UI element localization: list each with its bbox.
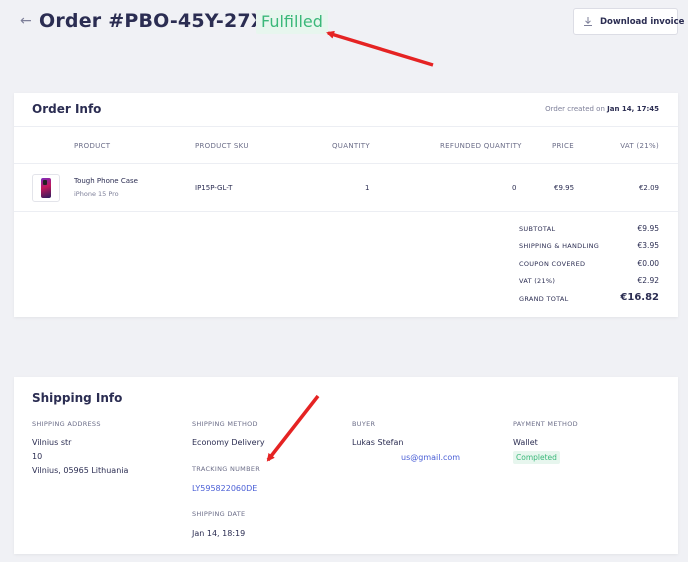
- shipping-info-title: Shipping Info: [32, 391, 123, 405]
- product-refunded: 0: [512, 184, 517, 192]
- address-line-1: Vilnius str: [32, 438, 72, 447]
- coupon-covered-value: €0.00: [637, 259, 659, 268]
- payment-method-value: Wallet: [513, 438, 538, 447]
- download-invoice-label: Download invoice: [600, 16, 685, 27]
- arrow-left-icon[interactable]: ←: [20, 13, 32, 29]
- payment-method-label: PAYMENT METHOD: [513, 420, 578, 428]
- order-info-title: Order Info: [32, 102, 102, 116]
- order-created: Order created on Jan 14, 17:45: [545, 105, 659, 113]
- shipping-handling-value: €3.95: [637, 241, 659, 250]
- order-created-label: Order created on: [545, 105, 605, 113]
- subtotal-value: €9.95: [637, 224, 659, 233]
- product-vat: €2.09: [638, 184, 659, 192]
- column-header-product: PRODUCT: [74, 142, 111, 150]
- shipping-date-label: SHIPPING DATE: [192, 510, 246, 518]
- product-name: Tough Phone Case: [74, 177, 138, 185]
- address-line-2: 10: [32, 452, 43, 461]
- order-created-value: Jan 14, 17:45: [607, 105, 659, 113]
- grand-total-value: €16.82: [620, 292, 659, 303]
- product-thumbnail: [32, 174, 60, 202]
- shipping-date-value: Jan 14, 18:19: [192, 529, 246, 538]
- buyer-email-link[interactable]: us@gmail.com: [401, 453, 460, 462]
- address-line-3: Vilnius, 05965 Lithuania: [32, 466, 129, 475]
- shipping-method-value: Economy Delivery: [192, 438, 265, 447]
- download-icon: [584, 17, 592, 26]
- divider: [14, 211, 678, 212]
- product-price: €9.95: [554, 184, 575, 192]
- phone-case-image: [41, 178, 51, 198]
- coupon-covered-label: COUPON COVERED: [519, 260, 586, 268]
- shipping-address-label: SHIPPING ADDRESS: [32, 420, 101, 428]
- download-invoice-button[interactable]: Download invoice: [573, 8, 684, 35]
- buyer-label: BUYER: [352, 420, 376, 428]
- grand-total-label: GRAND TOTAL: [519, 295, 569, 303]
- column-header-vat: VAT (21%): [620, 142, 659, 150]
- buyer-name: Lukas Stefan: [352, 438, 404, 447]
- tracking-number-link[interactable]: LY595822060DE: [192, 484, 257, 493]
- column-header-price: PRICE: [552, 142, 574, 150]
- column-header-sku: PRODUCT SKU: [195, 142, 249, 150]
- divider: [14, 126, 678, 127]
- shipping-handling-label: SHIPPING & HANDLING: [519, 242, 600, 250]
- product-quantity: 1: [365, 184, 370, 192]
- shipping-method-label: SHIPPING METHOD: [192, 420, 258, 428]
- page-header: ← Order #PBO-45Y-27X-225J Fulfilled Down…: [0, 0, 688, 60]
- subtotal-label: SUBTOTAL: [519, 225, 556, 233]
- payment-status-badge: Completed: [513, 451, 560, 464]
- product-variant: iPhone 15 Pro: [74, 190, 119, 198]
- tracking-number-label: TRACKING NUMBER: [192, 465, 261, 473]
- vat-label: VAT (21%): [519, 277, 556, 285]
- product-sku: IP15P-GL-T: [195, 184, 233, 192]
- shipping-info-card: Shipping Info SHIPPING ADDRESS Vilnius s…: [14, 377, 678, 554]
- vat-value: €2.92: [637, 276, 659, 285]
- column-header-quantity: QUANTITY: [332, 142, 370, 150]
- order-info-card: Order Info Order created on Jan 14, 17:4…: [14, 93, 678, 317]
- column-header-refunded: REFUNDED QUANTITY: [440, 142, 522, 150]
- status-badge: Fulfilled: [256, 10, 328, 34]
- divider: [14, 163, 678, 164]
